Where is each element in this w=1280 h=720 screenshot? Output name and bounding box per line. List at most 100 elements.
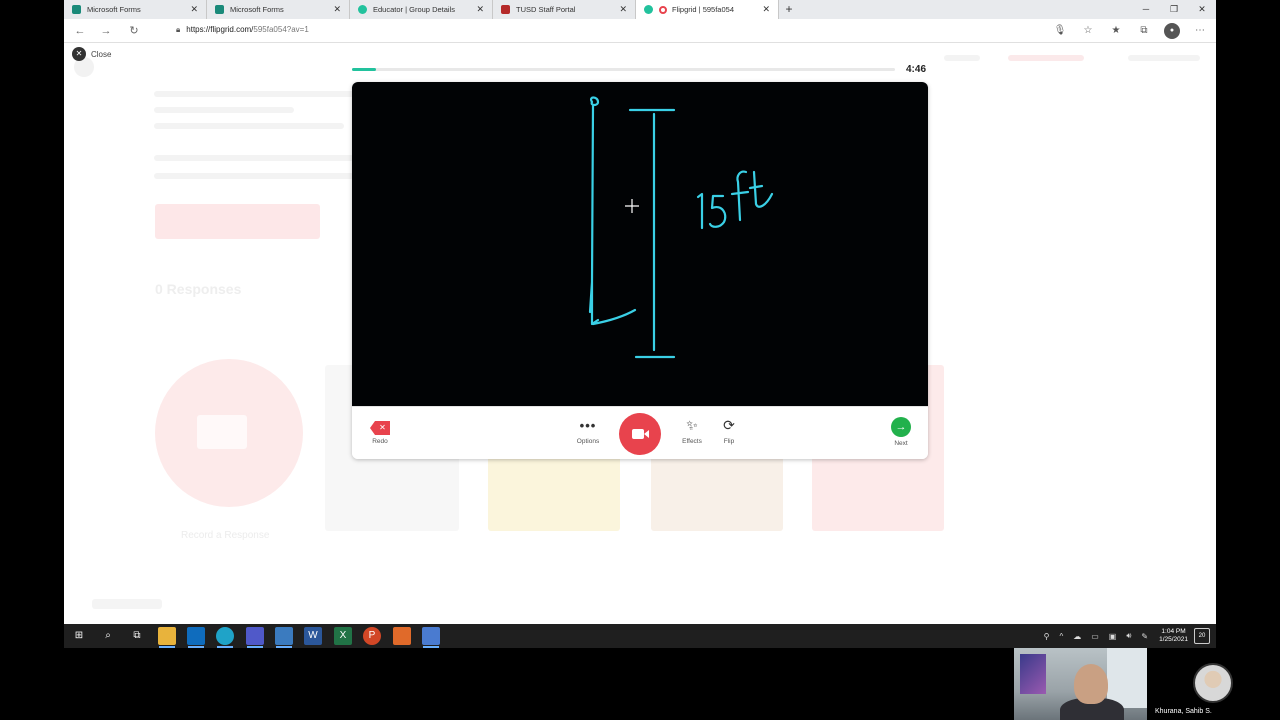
header-ghost (1128, 55, 1200, 61)
flip-camera-icon: ⟳ (723, 417, 735, 433)
refresh-icon[interactable]: ↻ (126, 23, 142, 39)
more-dots-icon: ••• (579, 418, 597, 433)
calculator-icon[interactable] (422, 627, 440, 648)
favorites-icon[interactable]: ★ (1108, 23, 1124, 39)
taskbar: ⊞ ⌕ ⧉ W X P ⚲ ^ ☁ ▭ ▣ 🔊︎ ✎ 1:04 PM 1/25/… (64, 624, 1216, 648)
new-tab-button[interactable]: + (779, 0, 799, 19)
tab-close-icon[interactable]: ✕ (190, 4, 198, 15)
mail-icon[interactable] (275, 627, 293, 648)
clock[interactable]: 1:04 PM 1/25/2021 (1159, 628, 1188, 644)
browser-window: Microsoft Forms ✕ Microsoft Forms ✕ Educ… (64, 0, 1216, 624)
tusd-icon (501, 5, 510, 14)
webcam-video-tile (1014, 648, 1147, 720)
magic-wand-icon: ✨︎ (686, 417, 698, 433)
record-button[interactable] (619, 413, 661, 455)
minimize-icon[interactable]: ─ (1132, 0, 1160, 19)
tab-close-icon[interactable]: ✕ (619, 4, 627, 15)
record-button-ghost (155, 204, 320, 239)
chevron-up-icon[interactable]: ^ (1059, 632, 1063, 641)
tab-label: Educator | Group Details (373, 5, 455, 14)
file-explorer-icon[interactable] (158, 627, 176, 648)
url-host: https://flipgrid.com/ (186, 25, 254, 34)
maximize-icon[interactable]: ❐ (1160, 0, 1188, 19)
person-head (1074, 664, 1108, 704)
flipgrid-icon (358, 5, 367, 14)
label-f-stroke (730, 170, 750, 222)
onedrive-icon[interactable]: ☁ (1073, 632, 1081, 641)
label-5-stroke (708, 194, 727, 228)
close-window-icon[interactable]: ✕ (1188, 0, 1216, 19)
clock-time: 1:04 PM (1161, 628, 1186, 635)
powerpoint-icon[interactable]: P (363, 627, 381, 645)
label-t-stroke (748, 170, 774, 208)
header-ghost (944, 55, 980, 61)
recorder-controls: ✕ Redo ••• Options ✨︎ Effects ⟳ Flip → N… (352, 406, 928, 459)
outlook-icon[interactable] (187, 627, 205, 648)
url-path: 595fa054?av=1 (253, 25, 309, 34)
microphone-icon[interactable]: 🎙︎ (1052, 23, 1068, 39)
collections-icon[interactable]: ⧉ (1136, 23, 1152, 39)
next-button[interactable]: → Next (881, 417, 921, 447)
flip-button[interactable]: ⟳ Flip (709, 417, 749, 445)
close-button[interactable]: ✕ Close (72, 47, 111, 61)
effects-button[interactable]: ✨︎ Effects (672, 417, 712, 445)
network-icon[interactable]: ▣ (1109, 632, 1117, 641)
text-ghost (154, 123, 344, 129)
participant-name: Khurana, Sahib S. (1155, 708, 1212, 715)
word-icon[interactable]: W (304, 627, 322, 645)
participant-avatar (1193, 663, 1233, 703)
recording-progress-bar (352, 68, 895, 71)
favorite-add-icon[interactable]: ☆ (1080, 23, 1096, 39)
tab-educator-group-details[interactable]: Educator | Group Details ✕ (350, 0, 493, 19)
record-response-label: Record a Response (181, 530, 270, 541)
tab-tusd-staff-portal[interactable]: TUSD Staff Portal ✕ (493, 0, 636, 19)
whiteboard-drawing: 15ft (588, 96, 774, 359)
browser-toolbar: 🎙︎ ☆ ★ ⧉ ● ⋯ (1052, 23, 1208, 39)
profile-avatar[interactable]: ● (1164, 23, 1180, 39)
search-icon[interactable]: ⌕ (99, 627, 117, 645)
tab-microsoft-forms-2[interactable]: Microsoft Forms ✕ (207, 0, 350, 19)
app-icon[interactable] (393, 627, 411, 645)
people-icon[interactable]: ⚲ (1044, 632, 1050, 641)
close-label: Close (91, 49, 112, 59)
recording-canvas[interactable]: 15ft (352, 82, 928, 406)
edge-icon[interactable] (216, 627, 234, 648)
options-button[interactable]: ••• Options (568, 417, 608, 446)
camera-lens-icon (644, 430, 649, 438)
window-controls: ─ ❐ ✕ (1132, 0, 1216, 19)
tab-close-icon[interactable]: ✕ (476, 4, 484, 15)
responses-heading: 0 Responses (155, 281, 242, 297)
tab-bar: Microsoft Forms ✕ Microsoft Forms ✕ Educ… (64, 0, 1216, 19)
more-menu-icon[interactable]: ⋯ (1192, 23, 1208, 39)
tab-label: Microsoft Forms (230, 5, 284, 14)
volume-icon[interactable]: 🔊︎ (1126, 631, 1131, 641)
notification-center-icon[interactable]: 20 (1194, 628, 1210, 644)
url-field[interactable]: 🔒︎ https://flipgrid.com/595fa054?av=1 (176, 25, 309, 35)
excel-icon[interactable]: X (334, 627, 352, 645)
redo-icon: ✕ (370, 421, 390, 435)
tab-close-icon[interactable]: ✕ (333, 4, 341, 15)
lock-icon: 🔒︎ (176, 25, 181, 34)
arrow-right-icon: → (891, 417, 911, 437)
effects-label: Effects (682, 438, 702, 445)
back-icon[interactable]: ← (72, 23, 88, 39)
text-ghost (154, 155, 354, 161)
label-1-stroke (696, 192, 704, 230)
forms-icon (215, 5, 224, 14)
pen-icon[interactable]: ✎ (1141, 632, 1148, 641)
task-view-icon[interactable]: ⧉ (128, 627, 146, 645)
teams-icon[interactable] (246, 627, 264, 648)
tab-microsoft-forms-1[interactable]: Microsoft Forms ✕ (64, 0, 207, 19)
windows-start-icon[interactable]: ⊞ (70, 627, 88, 645)
poster-background (1020, 654, 1046, 694)
tab-flipgrid[interactable]: Flipgrid | 595fa054 ✕ (636, 0, 779, 19)
forward-icon[interactable]: → (98, 23, 114, 39)
redo-label: Redo (372, 438, 388, 445)
battery-icon[interactable]: ▭ (1091, 632, 1099, 641)
tab-close-icon[interactable]: ✕ (762, 4, 770, 15)
redo-button[interactable]: ✕ Redo (360, 417, 400, 445)
options-label: Options (576, 438, 600, 445)
screen: Microsoft Forms ✕ Microsoft Forms ✕ Educ… (0, 0, 1280, 720)
forms-icon (72, 5, 81, 14)
arrow-stroke (588, 96, 637, 326)
